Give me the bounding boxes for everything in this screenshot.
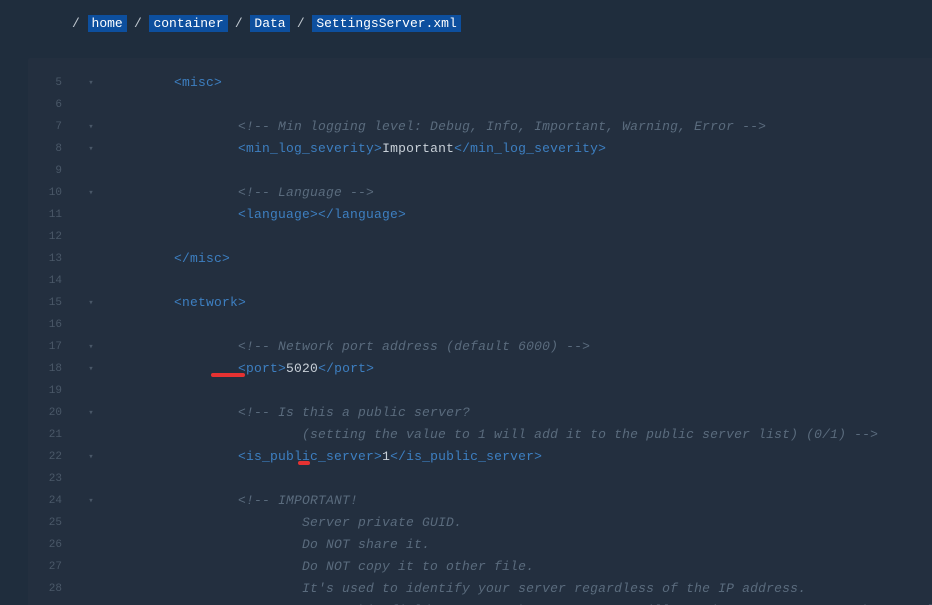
code-line[interactable]: <!-- IMPORTANT! xyxy=(110,490,932,512)
code-line[interactable]: <!-- Is this a public server? xyxy=(110,402,932,424)
line-number: 18 xyxy=(28,358,72,380)
code-line[interactable]: </misc> xyxy=(110,248,932,270)
line-number: 8 xyxy=(28,138,72,160)
line-number: 7 xyxy=(28,116,72,138)
line-number: 17 xyxy=(28,336,72,358)
crumb-file[interactable]: SettingsServer.xml xyxy=(312,15,460,32)
code-line[interactable]: <!-- Min logging level: Debug, Info, Imp… xyxy=(110,116,932,138)
crumb-home[interactable]: home xyxy=(88,15,127,32)
code-line[interactable] xyxy=(110,226,932,248)
line-number: 12 xyxy=(28,226,72,248)
fold-toggle xyxy=(72,270,110,292)
code-line[interactable] xyxy=(110,380,932,402)
code-line[interactable]: <!-- Language --> xyxy=(110,182,932,204)
crumb-data[interactable]: Data xyxy=(250,15,289,32)
code-line[interactable]: <misc> xyxy=(110,72,932,94)
fold-toggle[interactable]: ▾ xyxy=(72,116,110,138)
fold-toggle[interactable]: ▾ xyxy=(72,336,110,358)
fold-toggle xyxy=(72,468,110,490)
line-gutter: 5678910111213141516171819202122232425262… xyxy=(28,58,72,605)
code-line[interactable] xyxy=(110,160,932,182)
code-line[interactable]: Server private GUID. xyxy=(110,512,932,534)
line-number: 20 xyxy=(28,402,72,424)
line-number: 6 xyxy=(28,94,72,116)
code-line[interactable]: <language></language> xyxy=(110,204,932,226)
fold-toggle[interactable]: ▾ xyxy=(72,446,110,468)
code-line[interactable]: <min_log_severity>Important</min_log_sev… xyxy=(110,138,932,160)
line-number: 9 xyxy=(28,160,72,182)
fold-toggle[interactable]: ▾ xyxy=(72,358,110,380)
code-line[interactable]: <!-- Network port address (default 6000)… xyxy=(110,336,932,358)
line-number: 15 xyxy=(28,292,72,314)
line-number: 24 xyxy=(28,490,72,512)
line-number: 10 xyxy=(28,182,72,204)
code-line[interactable] xyxy=(110,468,932,490)
fold-toggle xyxy=(72,314,110,336)
code-line[interactable]: <network> xyxy=(110,292,932,314)
code-line[interactable]: (setting the value to 1 will add it to t… xyxy=(110,424,932,446)
code-line[interactable]: It's used to identify your server regard… xyxy=(110,578,932,600)
fold-toggle xyxy=(72,94,110,116)
line-number: 23 xyxy=(28,468,72,490)
line-number: 16 xyxy=(28,314,72,336)
code-line[interactable]: <is_public_server>1</is_public_server> xyxy=(110,446,932,468)
code-line[interactable]: Do NOT copy it to other file. xyxy=(110,556,932,578)
fold-toggle[interactable]: ▾ xyxy=(72,490,110,512)
line-number: 22 xyxy=(28,446,72,468)
code-line[interactable] xyxy=(110,314,932,336)
crumb-sep: / xyxy=(134,16,142,31)
line-number: 21 xyxy=(28,424,72,446)
fold-toggle xyxy=(72,160,110,182)
code-line[interactable]: Do NOT share it. xyxy=(110,534,932,556)
annotation-underline xyxy=(211,373,245,377)
code-area[interactable]: <misc> <!-- Min logging level: Debug, In… xyxy=(110,58,932,605)
crumb-sep: / xyxy=(297,16,305,31)
line-number: 19 xyxy=(28,380,72,402)
fold-toggle xyxy=(72,380,110,402)
annotation-underline xyxy=(298,461,310,465)
crumb-container[interactable]: container xyxy=(149,15,227,32)
fold-toggle[interactable]: ▾ xyxy=(72,292,110,314)
line-number: 13 xyxy=(28,248,72,270)
fold-toggle xyxy=(72,512,110,534)
code-line[interactable] xyxy=(110,270,932,292)
line-number: 11 xyxy=(28,204,72,226)
crumb-sep: / xyxy=(235,16,243,31)
fold-toggle xyxy=(72,556,110,578)
fold-toggle xyxy=(72,578,110,600)
fold-toggle xyxy=(72,534,110,556)
fold-toggle xyxy=(72,600,110,605)
line-number: 26 xyxy=(28,534,72,556)
code-line[interactable] xyxy=(110,94,932,116)
code-editor[interactable]: 5678910111213141516171819202122232425262… xyxy=(28,58,932,605)
fold-toggle xyxy=(72,226,110,248)
fold-gutter[interactable]: ▾▾▾▾▾▾▾▾▾▾ xyxy=(72,58,110,605)
fold-toggle[interactable]: ▾ xyxy=(72,138,110,160)
line-number: 14 xyxy=(28,270,72,292)
fold-toggle[interactable]: ▾ xyxy=(72,402,110,424)
code-line[interactable]: Leave this field empty so the game serve… xyxy=(110,600,932,605)
fold-toggle xyxy=(72,248,110,270)
fold-toggle xyxy=(72,204,110,226)
breadcrumb: / home / container / Data / SettingsServ… xyxy=(0,0,932,43)
line-number: 28 xyxy=(28,578,72,600)
line-number: 27 xyxy=(28,556,72,578)
fold-toggle[interactable]: ▾ xyxy=(72,182,110,204)
crumb-sep: / xyxy=(72,16,80,31)
fold-toggle[interactable]: ▾ xyxy=(72,72,110,94)
line-number xyxy=(28,600,72,605)
line-number: 25 xyxy=(28,512,72,534)
fold-toggle xyxy=(72,424,110,446)
line-number: 5 xyxy=(28,72,72,94)
